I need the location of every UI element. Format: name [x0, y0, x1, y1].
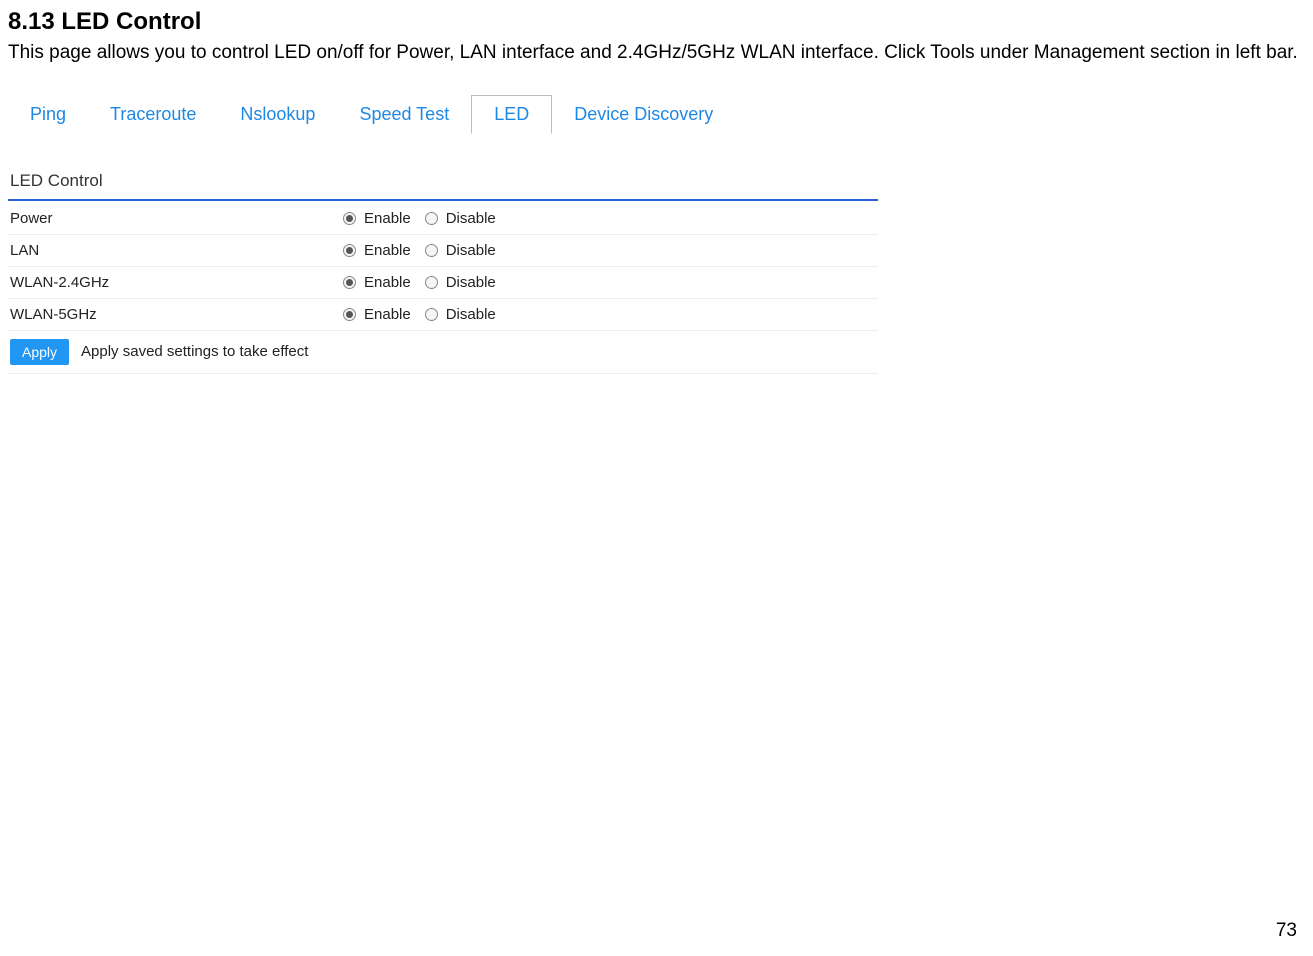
radio-wlan24-disable[interactable] [425, 276, 438, 289]
section-heading: 8.13 LED Control [0, 0, 1313, 40]
radio-wlan24-enable[interactable] [343, 276, 356, 289]
label-power-enable: Enable [364, 210, 411, 227]
radio-wlan5-disable[interactable] [425, 308, 438, 321]
radio-lan-disable[interactable] [425, 244, 438, 257]
radio-power-enable[interactable] [343, 212, 356, 225]
apply-text: Apply saved settings to take effect [81, 343, 308, 360]
row-wlan24: WLAN-2.4GHz Enable Disable [8, 267, 878, 299]
tab-led[interactable]: LED [471, 95, 552, 134]
radio-wlan5-enable[interactable] [343, 308, 356, 321]
page-number: 73 [1276, 920, 1297, 942]
label-wlan24-enable: Enable [364, 274, 411, 291]
panel-divider [8, 199, 878, 201]
label-lan-enable: Enable [364, 242, 411, 259]
row-power: Power Enable Disable [8, 203, 878, 235]
row-controls-wlan5: Enable Disable [343, 306, 878, 323]
apply-row: Apply Apply saved settings to take effec… [8, 331, 878, 374]
row-controls-wlan24: Enable Disable [343, 274, 878, 291]
row-controls-power: Enable Disable [343, 210, 878, 227]
row-controls-lan: Enable Disable [343, 242, 878, 259]
row-wlan5: WLAN-5GHz Enable Disable [8, 299, 878, 331]
label-power-disable: Disable [446, 210, 496, 227]
row-label-power: Power [8, 210, 343, 227]
row-label-wlan24: WLAN-2.4GHz [8, 274, 343, 291]
tab-speed-test[interactable]: Speed Test [337, 96, 471, 133]
led-control-table: Power Enable Disable LAN Enable Disable [8, 203, 878, 331]
radio-lan-enable[interactable] [343, 244, 356, 257]
label-wlan5-disable: Disable [446, 306, 496, 323]
label-wlan5-enable: Enable [364, 306, 411, 323]
tab-nslookup[interactable]: Nslookup [218, 96, 337, 133]
section-description: This page allows you to control LED on/o… [0, 40, 1313, 67]
tab-traceroute[interactable]: Traceroute [88, 96, 218, 133]
radio-power-disable[interactable] [425, 212, 438, 225]
apply-button[interactable]: Apply [10, 339, 69, 365]
panel-title: LED Control [8, 161, 888, 199]
label-lan-disable: Disable [446, 242, 496, 259]
screenshot-panel: Ping Traceroute Nslookup Speed Test LED … [8, 95, 888, 374]
tab-bar: Ping Traceroute Nslookup Speed Test LED … [8, 95, 888, 133]
row-lan: LAN Enable Disable [8, 235, 878, 267]
row-label-lan: LAN [8, 242, 343, 259]
row-label-wlan5: WLAN-5GHz [8, 306, 343, 323]
tab-device-discovery[interactable]: Device Discovery [552, 96, 735, 133]
label-wlan24-disable: Disable [446, 274, 496, 291]
led-control-panel: LED Control Power Enable Disable LAN Ena… [8, 161, 888, 374]
tab-ping[interactable]: Ping [8, 96, 88, 133]
